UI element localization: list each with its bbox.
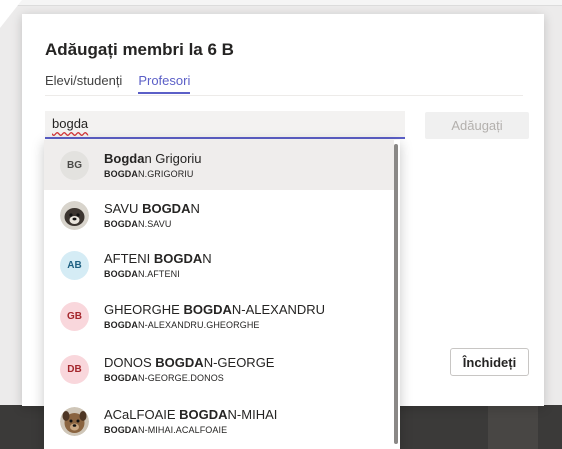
login-match: BOGDA	[104, 425, 138, 435]
name-match: BOGDA	[153, 251, 203, 266]
user-login-name: BOGDAN.GRIGORIU	[104, 169, 194, 179]
avatar: BG	[60, 151, 89, 180]
name-rest: N	[202, 251, 212, 266]
name-rest: N-GEORGE	[203, 355, 275, 370]
close-button[interactable]: Închideți	[450, 348, 529, 376]
login-match: BOGDA	[104, 373, 138, 383]
page-corner-fold	[0, 0, 22, 28]
login-match: BOGDA	[104, 320, 138, 330]
name-match: BOGDA	[142, 201, 191, 216]
login-rest: N.GRIGORIU	[138, 169, 194, 179]
dog-photo-icon	[60, 407, 89, 436]
dog-photo-icon	[60, 201, 89, 230]
user-login-name: BOGDAN-ALEXANDRU.GHEORGHE	[104, 320, 260, 330]
avatar: AB	[60, 251, 89, 280]
user-display-name: ACaLFOAIE BOGDAN-MIHAI	[104, 407, 277, 422]
list-item[interactable]: SAVU BOGDAN BOGDAN.SAVU	[44, 190, 394, 240]
list-item[interactable]: DB DONOS BOGDAN-GEORGE BOGDAN-GEORGE.DON…	[44, 344, 394, 394]
name-prefix: SAVU	[104, 201, 143, 216]
user-login-name: BOGDAN.SAVU	[104, 219, 171, 229]
dialog-title: Adăugați membri la 6 B	[45, 40, 234, 59]
list-item[interactable]: AB AFTENI BOGDAN BOGDAN.AFTENI	[44, 240, 394, 290]
login-rest: N.SAVU	[138, 219, 172, 229]
search-input[interactable]	[45, 111, 405, 139]
name-match: Bogda	[104, 151, 145, 166]
window-top-strip	[0, 0, 562, 6]
name-rest: N-MIHAI	[227, 407, 278, 422]
user-login-name: BOGDAN-GEORGE.DONOS	[104, 373, 224, 383]
scrollbar[interactable]	[394, 144, 398, 444]
name-match: BOGDA	[179, 407, 228, 422]
user-display-name: SAVU BOGDAN	[104, 201, 200, 216]
login-rest: N-ALEXANDRU.GHEORGHE	[138, 320, 260, 330]
name-prefix: GHEORGHE	[104, 302, 184, 317]
user-display-name: Bogdan Grigoriu	[104, 151, 202, 166]
login-match: BOGDA	[104, 169, 138, 179]
user-login-name: BOGDAN.AFTENI	[104, 269, 180, 279]
user-display-name: AFTENI BOGDAN	[104, 251, 212, 266]
name-match: BOGDA	[183, 302, 232, 317]
name-rest: N	[190, 201, 200, 216]
avatar: GB	[60, 302, 89, 331]
list-item[interactable]: GB GHEORGHE BOGDAN-ALEXANDRU BOGDAN-ALEX…	[44, 291, 394, 341]
list-item[interactable]: ACaLFOAIE BOGDAN-MIHAI BOGDAN-MIHAI.ACAL…	[44, 396, 394, 446]
tab-teachers[interactable]: Profesori	[138, 73, 191, 94]
login-rest: N-MIHAI.ACALFOAIE	[138, 425, 228, 435]
add-button[interactable]: Adăugați	[425, 112, 529, 139]
avatar: DB	[60, 355, 89, 384]
name-prefix: DONOS	[104, 355, 156, 370]
user-display-name: DONOS BOGDAN-GEORGE	[104, 355, 274, 370]
list-item[interactable]: BG Bogdan Grigoriu BOGDAN.GRIGORIU	[44, 140, 394, 190]
name-rest: n Grigoriu	[144, 151, 202, 166]
member-type-tabs: Elevi/studenți Profesori	[45, 73, 191, 94]
login-match: BOGDA	[104, 219, 138, 229]
search-results-dropdown: BG Bogdan Grigoriu BOGDAN.GRIGORIU SAVU …	[44, 140, 400, 449]
name-prefix: AFTENI	[104, 251, 154, 266]
tab-divider	[45, 95, 523, 96]
name-match: BOGDA	[155, 355, 204, 370]
user-display-name: GHEORGHE BOGDAN-ALEXANDRU	[104, 302, 325, 317]
name-rest: N-ALEXANDRU	[231, 302, 326, 317]
login-rest: N.AFTENI	[138, 269, 180, 279]
name-prefix: ACaLFOAIE	[104, 407, 180, 422]
login-rest: N-GEORGE.DONOS	[138, 373, 224, 383]
tab-students[interactable]: Elevi/studenți	[45, 73, 122, 94]
login-match: BOGDA	[104, 269, 138, 279]
user-login-name: BOGDAN-MIHAI.ACALFOAIE	[104, 425, 227, 435]
background-panel	[488, 405, 538, 449]
